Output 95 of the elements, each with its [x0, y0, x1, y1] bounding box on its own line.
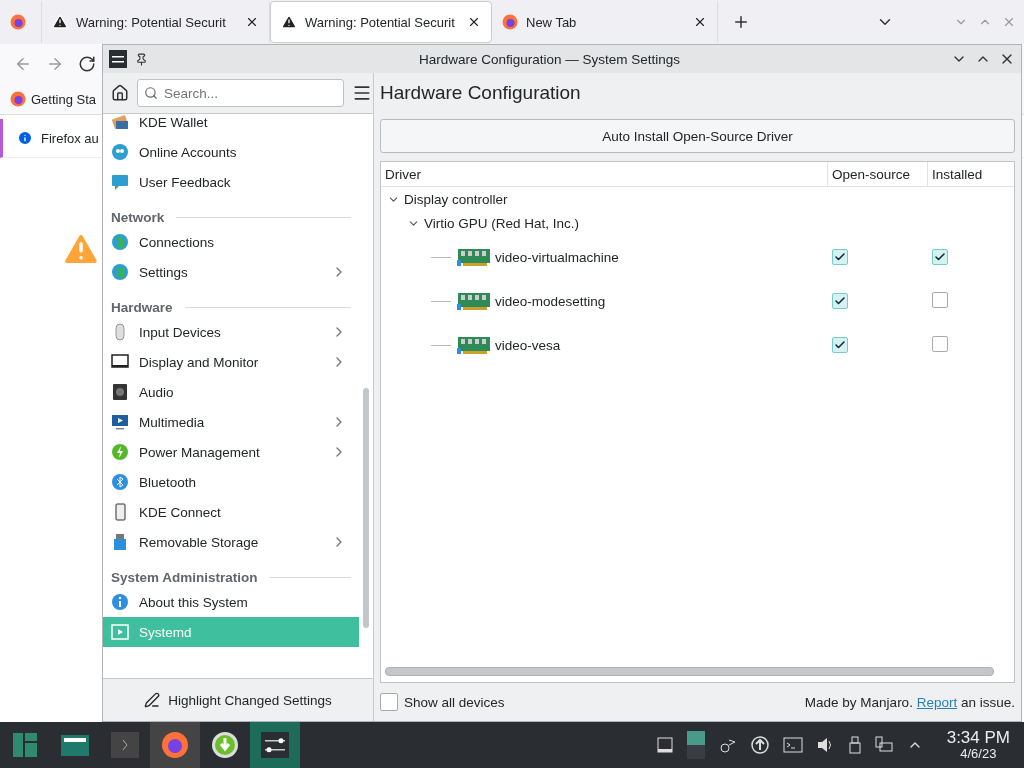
close-icon[interactable]: [245, 15, 259, 29]
settings-app-icon: [109, 50, 127, 68]
reload-icon[interactable]: [78, 55, 96, 73]
column-header[interactable]: Driver: [381, 162, 827, 186]
driver-name[interactable]: video-virtualmachine: [495, 249, 619, 265]
sidebar-item[interactable]: Audio: [103, 377, 359, 407]
bookmark-item[interactable]: Getting Sta: [10, 91, 97, 107]
checkmark-icon: [834, 250, 846, 263]
pin-icon[interactable]: [135, 52, 148, 66]
info-icon: [111, 593, 129, 611]
clock[interactable]: 3:34 PM 4/6/23: [946, 729, 1010, 761]
scrollbar-thumb[interactable]: [385, 666, 994, 676]
search-field[interactable]: Search...: [137, 79, 344, 107]
sidebar-item[interactable]: Bluetooth: [103, 467, 359, 497]
menu-icon[interactable]: [352, 83, 372, 103]
driver-name[interactable]: video-modesetting: [495, 293, 606, 309]
sidebar-item[interactable]: Display and Monitor: [103, 347, 359, 377]
checkbox[interactable]: [832, 292, 848, 309]
search-icon: [144, 86, 158, 100]
download-icon[interactable]: [211, 731, 239, 759]
console-icon[interactable]: [782, 737, 803, 753]
sidebar-item[interactable]: User Feedback: [103, 167, 359, 197]
report-link[interactable]: Report: [916, 694, 958, 710]
new-tab-icon[interactable]: [732, 13, 750, 31]
pager-icon[interactable]: [686, 731, 705, 759]
firefox-icon: [10, 14, 26, 30]
firefox-icon: [10, 91, 26, 107]
window-title: Hardware Configuration — System Settings: [417, 51, 682, 67]
section-heading: Hardware: [111, 300, 173, 315]
checkbox[interactable]: [832, 248, 848, 265]
sidebar-item[interactable]: Removable Storage: [103, 527, 359, 557]
update-icon[interactable]: [750, 736, 769, 754]
folder-icon[interactable]: [60, 732, 90, 758]
graphics-card-icon: [457, 291, 491, 311]
checkbox[interactable]: [832, 336, 848, 353]
graphics-card-icon: [457, 335, 491, 355]
desktop-icon[interactable]: [656, 737, 673, 753]
sidebar-item[interactable]: Multimedia: [103, 407, 359, 437]
speaker-icon: [111, 383, 129, 401]
driver-name[interactable]: video-vesa: [495, 337, 561, 353]
bluetooth-icon: [111, 473, 129, 491]
power-icon: [111, 443, 129, 461]
footer-text: Made by Manjaro. Report an issue.: [804, 694, 1015, 710]
checkmark-icon: [934, 250, 946, 263]
globe-icon: [111, 233, 129, 251]
forward-icon[interactable]: [46, 55, 64, 73]
play-window-icon: [111, 623, 129, 641]
highlight-changed-button[interactable]: Highlight Changed Settings: [138, 691, 338, 709]
sidebar-item[interactable]: Online Accounts: [103, 137, 359, 167]
media-icon: [111, 413, 129, 431]
scrollbar-thumb[interactable]: [363, 388, 369, 628]
section-heading: Network: [111, 210, 165, 225]
column-header[interactable]: Open-source: [827, 162, 927, 186]
section-heading: System Administration: [111, 570, 258, 585]
checkbox[interactable]: [932, 291, 948, 308]
sliders-icon[interactable]: [261, 732, 289, 758]
sidebar-item[interactable]: KDE Wallet: [103, 114, 359, 137]
wired-network-icon[interactable]: [874, 736, 893, 754]
usb-drive-icon: [111, 533, 129, 551]
monitor-icon: [111, 353, 129, 371]
back-icon[interactable]: [14, 55, 32, 73]
close-icon[interactable]: [467, 15, 481, 29]
graphics-card-icon: [457, 247, 491, 267]
checkbox[interactable]: [932, 335, 948, 352]
close-icon[interactable]: [693, 15, 707, 29]
sidebar-item[interactable]: About this System: [103, 587, 359, 617]
tree-item[interactable]: Display controller: [404, 191, 508, 207]
firefox-icon: [502, 14, 518, 30]
warning-icon: [52, 14, 68, 30]
sidebar-item[interactable]: Input Devices: [103, 317, 359, 347]
globe-icon: [111, 263, 129, 281]
page-title: Hardware Configuration: [380, 81, 582, 105]
browser-tab[interactable]: New Tab: [492, 1, 718, 43]
wallet-icon: [111, 114, 129, 131]
home-icon[interactable]: [111, 84, 129, 102]
checkbox[interactable]: [932, 248, 948, 265]
launcher-icon[interactable]: [11, 731, 39, 759]
checkmark-icon: [834, 338, 846, 351]
chat-icon: [111, 173, 129, 191]
sidebar-item[interactable]: Settings: [103, 257, 359, 287]
sidebar-item[interactable]: Power Management: [103, 437, 359, 467]
tree-item[interactable]: Virtio GPU (Red Hat, Inc.): [424, 215, 580, 231]
checkmark-icon: [834, 294, 846, 307]
column-header[interactable]: Installed: [927, 162, 1014, 186]
auto-install-button[interactable]: Auto Install Open-Source Driver: [380, 119, 1015, 153]
pen-icon: [144, 692, 161, 708]
notification-text: Firefox au: [41, 130, 99, 146]
show-all-checkbox[interactable]: Show all devices: [380, 693, 505, 711]
info-icon: [17, 130, 33, 146]
firefox-icon[interactable]: [161, 731, 189, 759]
warning-icon: [281, 14, 297, 30]
people-icon: [111, 143, 129, 161]
browser-tab[interactable]: Warning: Potential Securit: [270, 1, 492, 43]
sidebar-item[interactable]: Connections: [103, 227, 359, 257]
sidebar-item[interactable]: KDE Connect: [103, 497, 359, 527]
